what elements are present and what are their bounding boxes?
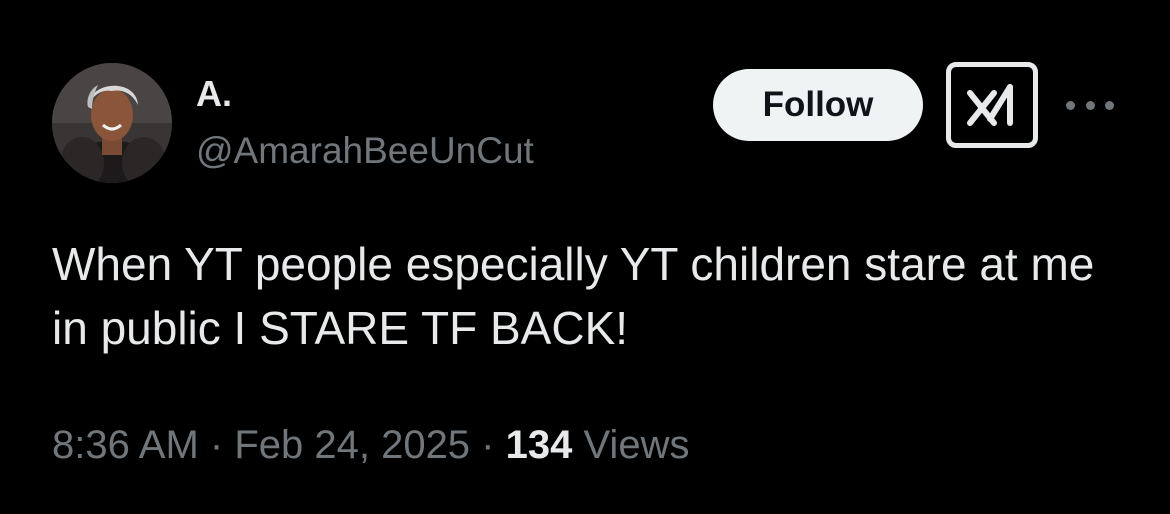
- tweet-date[interactable]: Feb 24, 2025: [234, 423, 470, 467]
- meta-separator: ·: [470, 423, 506, 467]
- more-horizontal-icon[interactable]: [1066, 95, 1114, 115]
- tweet-time[interactable]: 8:36 AM: [52, 423, 199, 467]
- tweet-meta: 8:36 AM · Feb 24, 2025 · 134 Views: [52, 420, 689, 470]
- author-handle[interactable]: @AmarahBeeUnCut: [196, 130, 534, 172]
- grok-button[interactable]: [946, 62, 1038, 148]
- meta-separator: ·: [198, 423, 235, 467]
- author-display-name[interactable]: A.: [196, 74, 232, 114]
- more-dot: [1105, 100, 1114, 110]
- more-dot: [1085, 100, 1095, 110]
- views-count: 134: [505, 423, 573, 467]
- follow-button[interactable]: Follow: [713, 69, 923, 141]
- grok-logo-icon: [967, 84, 1013, 126]
- tweet-text: When YT people especially YT children st…: [52, 238, 1095, 354]
- avatar[interactable]: [52, 63, 172, 183]
- avatar-image: [52, 63, 172, 183]
- tweet-card: A. @AmarahBeeUnCut Follow When YT people…: [0, 0, 1170, 514]
- more-dot: [1066, 100, 1075, 110]
- views-label: Views: [572, 423, 690, 467]
